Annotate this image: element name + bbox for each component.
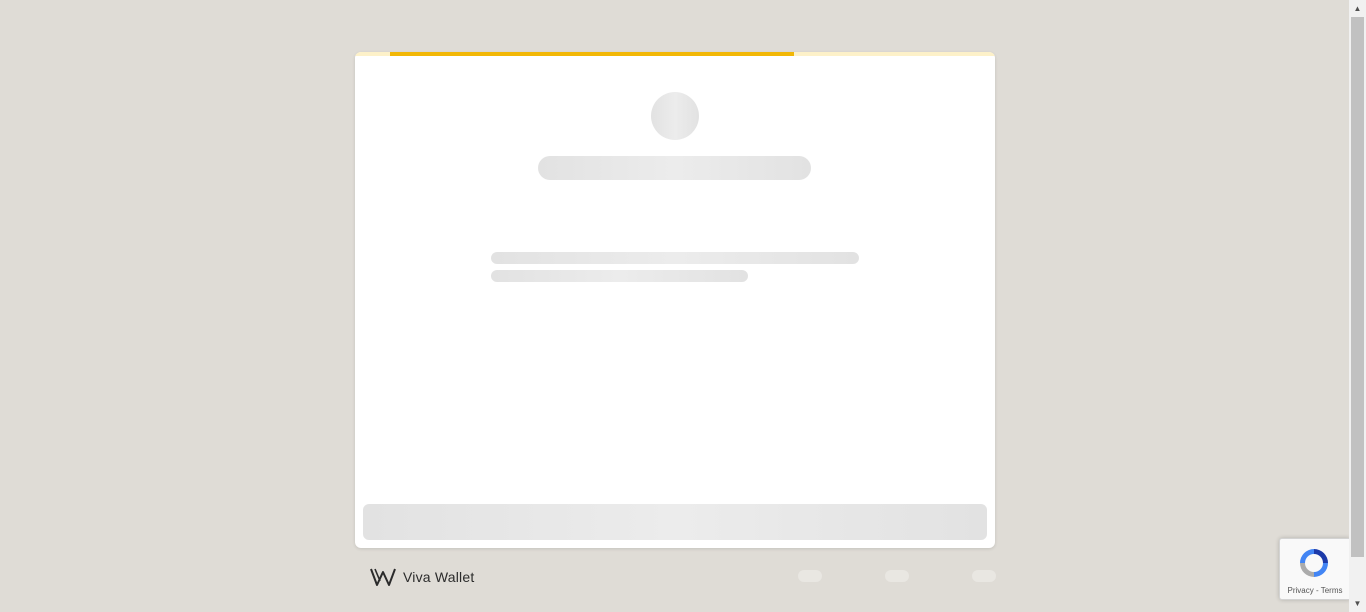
recaptcha-terms-link[interactable]: Terms: [1321, 586, 1343, 595]
vertical-scrollbar[interactable]: ▲ ▼: [1349, 0, 1366, 612]
recaptcha-badge[interactable]: Privacy - Terms: [1279, 538, 1350, 600]
footer-link-placeholder-3: [972, 570, 996, 582]
viva-wallet-logo-icon: [370, 568, 396, 586]
pay-button-placeholder: [363, 504, 987, 540]
description-placeholder-line-1: [491, 252, 859, 264]
merchant-logo-placeholder: [651, 92, 699, 140]
footer: Viva Wallet: [355, 562, 996, 592]
progress-bar-fill: [390, 52, 794, 56]
footer-link-placeholder-1: [798, 570, 822, 582]
recaptcha-privacy-link[interactable]: Privacy: [1288, 586, 1314, 595]
scroll-down-arrow-icon[interactable]: ▼: [1349, 595, 1366, 612]
brand-name: Viva Wallet: [403, 569, 475, 585]
recaptcha-links: Privacy - Terms: [1280, 586, 1350, 595]
checkout-card: [355, 52, 995, 548]
recaptcha-icon: [1300, 549, 1328, 577]
footer-link-placeholder-2: [885, 570, 909, 582]
description-placeholder-line-2: [491, 270, 748, 282]
progress-bar: [355, 52, 995, 56]
recaptcha-separator: -: [1313, 586, 1321, 595]
merchant-name-placeholder: [538, 156, 811, 180]
scrollbar-thumb[interactable]: [1351, 17, 1364, 557]
viva-wallet-logo[interactable]: Viva Wallet: [369, 566, 474, 588]
scroll-up-arrow-icon[interactable]: ▲: [1349, 0, 1366, 17]
